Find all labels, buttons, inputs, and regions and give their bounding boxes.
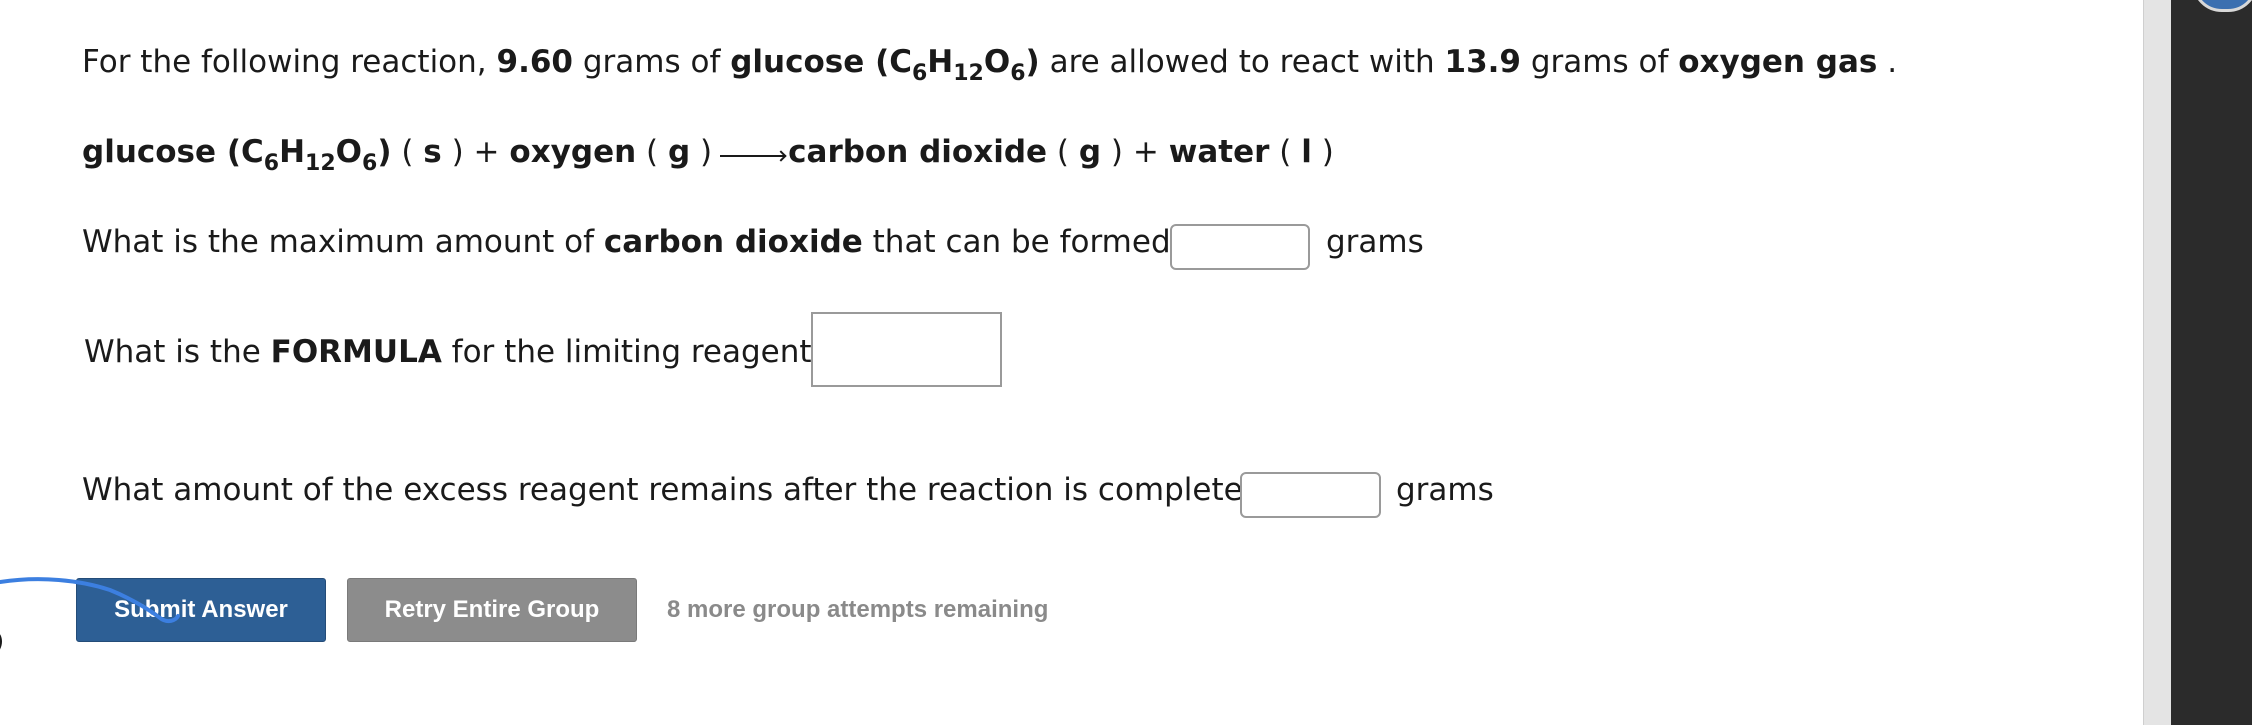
co2-mass-input[interactable] [1170, 224, 1310, 270]
glucose-c-subscript: 6 [911, 61, 928, 86]
q1-suffix: that can be formed? [862, 224, 1188, 260]
reactant1-name: glucose (C [82, 134, 264, 170]
q1-unit-label: grams [1326, 224, 1424, 260]
intro-mid2: are allowed to react with [1039, 44, 1445, 80]
reactant1-state-close: ) + [441, 134, 510, 170]
glucose-h-subscript: 12 [953, 61, 984, 86]
question-excess-remaining: What amount of the excess reagent remain… [82, 470, 1259, 510]
product2-state-close: ) [1311, 134, 1334, 170]
glucose-mass: 9.60 [496, 44, 574, 80]
reactant1-o-subscript: 6 [362, 151, 378, 176]
product2-state: l [1301, 134, 1312, 170]
product1-state-open: ( [1047, 134, 1079, 170]
intro-prefix: For the following reaction, [82, 44, 497, 80]
reactant1-h-subscript: 12 [305, 151, 336, 176]
product2-state-open: ( [1269, 134, 1302, 170]
reactant1-close-paren: ) [377, 134, 392, 170]
question-limiting-formula: What is the FORMULA for the limiting rea… [84, 332, 828, 372]
oxygen-name: oxygen gas [1678, 44, 1878, 80]
retry-entire-group-button[interactable]: Retry Entire Group [347, 578, 637, 642]
q2-bold: FORMULA [270, 334, 442, 370]
reaction-arrow-icon [720, 154, 785, 157]
question-panel: For the following reaction, 9.60 grams o… [0, 0, 2143, 725]
vertical-scrollbar[interactable] [2143, 0, 2171, 725]
page-root: For the following reaction, 9.60 grams o… [0, 0, 2252, 725]
reactant1-state: s [423, 134, 442, 170]
reactant2-state: g [668, 134, 691, 170]
glucose-name: glucose (C [730, 44, 912, 80]
reactant1-state-open: ( [391, 134, 424, 170]
intro-end: . [1877, 44, 1898, 80]
q2-prefix: What is the [84, 334, 271, 370]
product1-state-close: ) + [1101, 134, 1169, 170]
reactant2-state-close: ) [690, 134, 713, 170]
reactant1-h-letter: H [279, 134, 306, 170]
product2-name: water [1168, 134, 1270, 170]
attempts-remaining-text: 8 more group attempts remaining [667, 596, 1049, 623]
glucose-close-paren: ) [1025, 44, 1040, 80]
limiting-reagent-formula-input[interactable] [811, 312, 1002, 387]
glucose-o-letter: O [983, 44, 1011, 80]
glucose-h-letter: H [927, 44, 954, 80]
intro-mid3: grams of [1521, 44, 1679, 80]
excess-reagent-input[interactable] [1240, 472, 1381, 518]
q1-prefix: What is the maximum amount of [82, 224, 604, 260]
intro-mid1: grams of [573, 44, 731, 80]
reactant2-name: oxygen [509, 134, 637, 170]
product1-state: g [1078, 134, 1102, 170]
q3-text: What amount of the excess reagent remain… [82, 472, 1260, 508]
oxygen-mass: 13.9 [1444, 44, 1522, 80]
reaction-equation: glucose (C6H12O6) ( s ) + oxygen ( g ) ca… [82, 132, 1334, 176]
reactant1-o-letter: O [335, 134, 362, 170]
q3-unit-label: grams [1396, 472, 1494, 508]
reactant2-state-open: ( [636, 134, 668, 170]
q2-suffix: for the limiting reagent? [441, 334, 829, 370]
submit-answer-button[interactable]: Submit Answer [76, 578, 326, 642]
question-max-co2: What is the maximum amount of carbon dio… [82, 222, 1187, 262]
product1-name: carbon dioxide [788, 134, 1048, 170]
q1-bold: carbon dioxide [603, 224, 863, 260]
problem-statement: For the following reaction, 9.60 grams o… [82, 42, 1897, 86]
reactant1-c-subscript: 6 [263, 151, 280, 176]
glucose-o-subscript: 6 [1010, 61, 1026, 86]
